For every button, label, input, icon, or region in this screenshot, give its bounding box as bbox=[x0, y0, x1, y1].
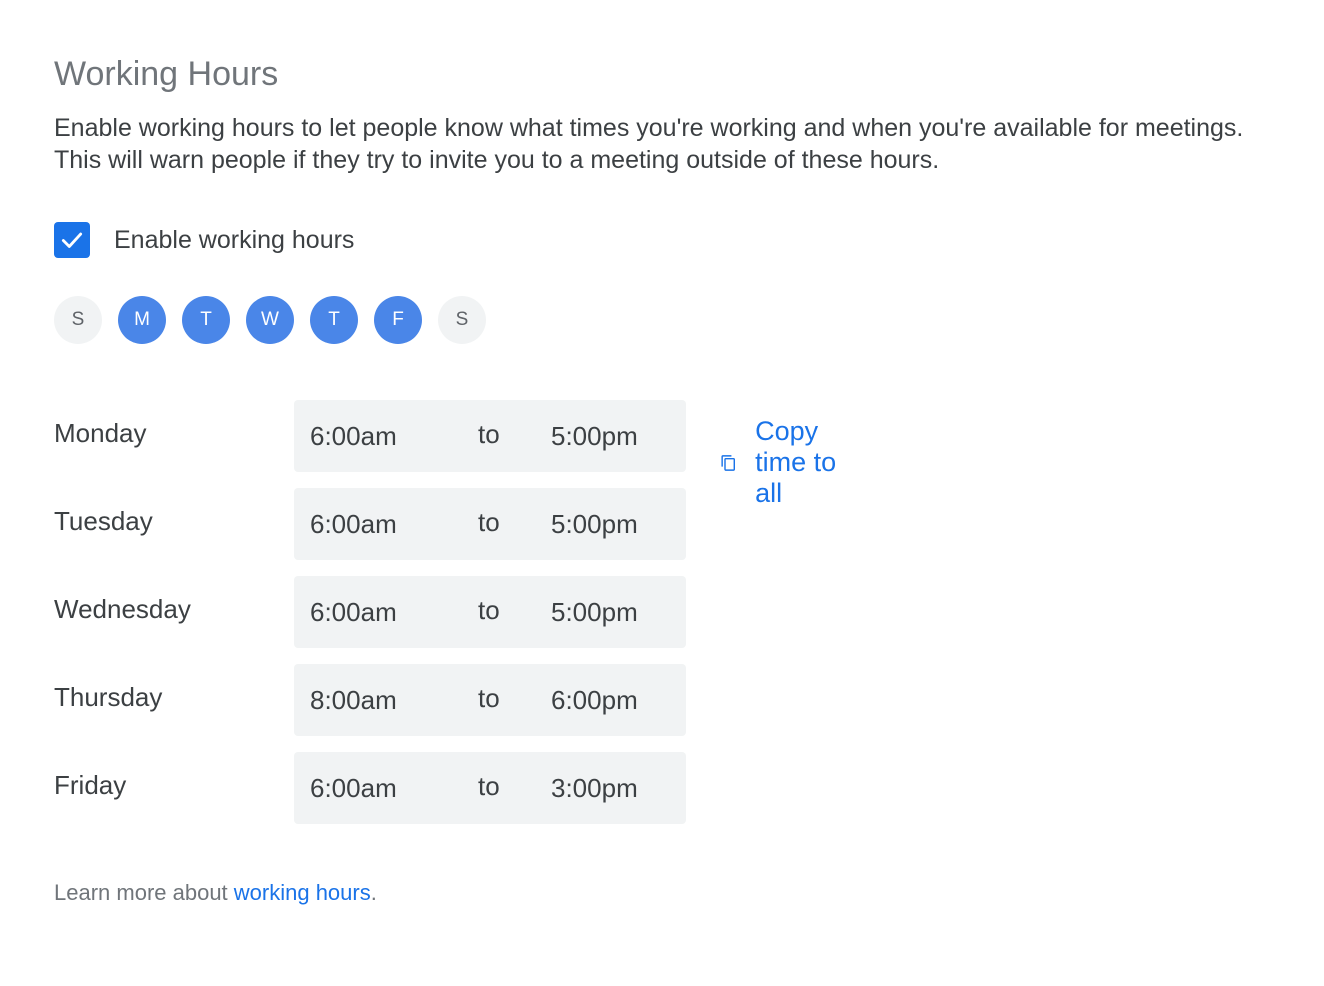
day-name: Friday bbox=[54, 770, 127, 800]
day-toggle-friday[interactable]: F bbox=[374, 296, 422, 344]
to-label: to bbox=[478, 507, 500, 537]
learn-more-text: Learn more about working hours. bbox=[54, 880, 377, 906]
day-toggle-saturday[interactable]: S bbox=[438, 296, 486, 344]
learn-more-prefix: Learn more about bbox=[54, 880, 234, 905]
day-name: Tuesday bbox=[54, 506, 153, 536]
start-time-select[interactable]: 8:00am bbox=[310, 685, 397, 716]
start-time-select[interactable]: 6:00am bbox=[310, 509, 397, 540]
day-name: Thursday bbox=[54, 682, 163, 712]
section-description: Enable working hours to let people know … bbox=[54, 114, 1244, 174]
start-time-select[interactable]: 6:00am bbox=[310, 421, 397, 452]
time-range: 6:00am to 5:00pm bbox=[294, 400, 686, 472]
time-range: 6:00am to 5:00pm bbox=[294, 576, 686, 648]
day-name: Wednesday bbox=[54, 594, 191, 624]
learn-more-suffix: . bbox=[370, 880, 377, 905]
working-hours-panel: Working Hours Enable working hours to le… bbox=[54, 52, 1284, 905]
enable-working-hours-checkbox[interactable] bbox=[54, 222, 90, 258]
start-time-select[interactable]: 6:00am bbox=[310, 597, 397, 628]
enable-working-hours-label: Enable working hours bbox=[114, 225, 355, 254]
day-selector: S M T W T F S bbox=[54, 296, 502, 344]
day-toggle-monday[interactable]: M bbox=[118, 296, 166, 344]
time-range: 6:00am to 3:00pm bbox=[294, 752, 686, 824]
end-time-select[interactable]: 5:00pm bbox=[551, 421, 638, 452]
end-time-select[interactable]: 5:00pm bbox=[551, 597, 638, 628]
start-time-select[interactable]: 6:00am bbox=[310, 773, 397, 804]
end-time-select[interactable]: 6:00pm bbox=[551, 685, 638, 716]
end-time-select[interactable]: 5:00pm bbox=[551, 509, 638, 540]
to-label: to bbox=[478, 595, 500, 625]
to-label: to bbox=[478, 683, 500, 713]
day-name: Monday bbox=[54, 418, 147, 448]
day-toggle-thursday[interactable]: T bbox=[310, 296, 358, 344]
day-toggle-sunday[interactable]: S bbox=[54, 296, 102, 344]
to-label: to bbox=[478, 771, 500, 801]
copy-time-to-all-label: Copy time to all bbox=[755, 416, 837, 508]
checkmark-icon bbox=[61, 232, 83, 248]
copy-time-to-all-button[interactable]: Copy time to all bbox=[720, 416, 839, 509]
day-toggle-wednesday[interactable]: W bbox=[246, 296, 294, 344]
time-range: 8:00am to 6:00pm bbox=[294, 664, 686, 736]
working-hours-link[interactable]: working hours bbox=[234, 880, 371, 905]
day-toggle-tuesday[interactable]: T bbox=[182, 296, 230, 344]
time-range: 6:00am to 5:00pm bbox=[294, 488, 686, 560]
enable-working-hours-row: Enable working hours bbox=[54, 222, 354, 258]
end-time-select[interactable]: 3:00pm bbox=[551, 773, 638, 804]
to-label: to bbox=[478, 419, 500, 449]
copy-icon bbox=[721, 454, 735, 471]
section-title: Working Hours bbox=[54, 55, 279, 93]
